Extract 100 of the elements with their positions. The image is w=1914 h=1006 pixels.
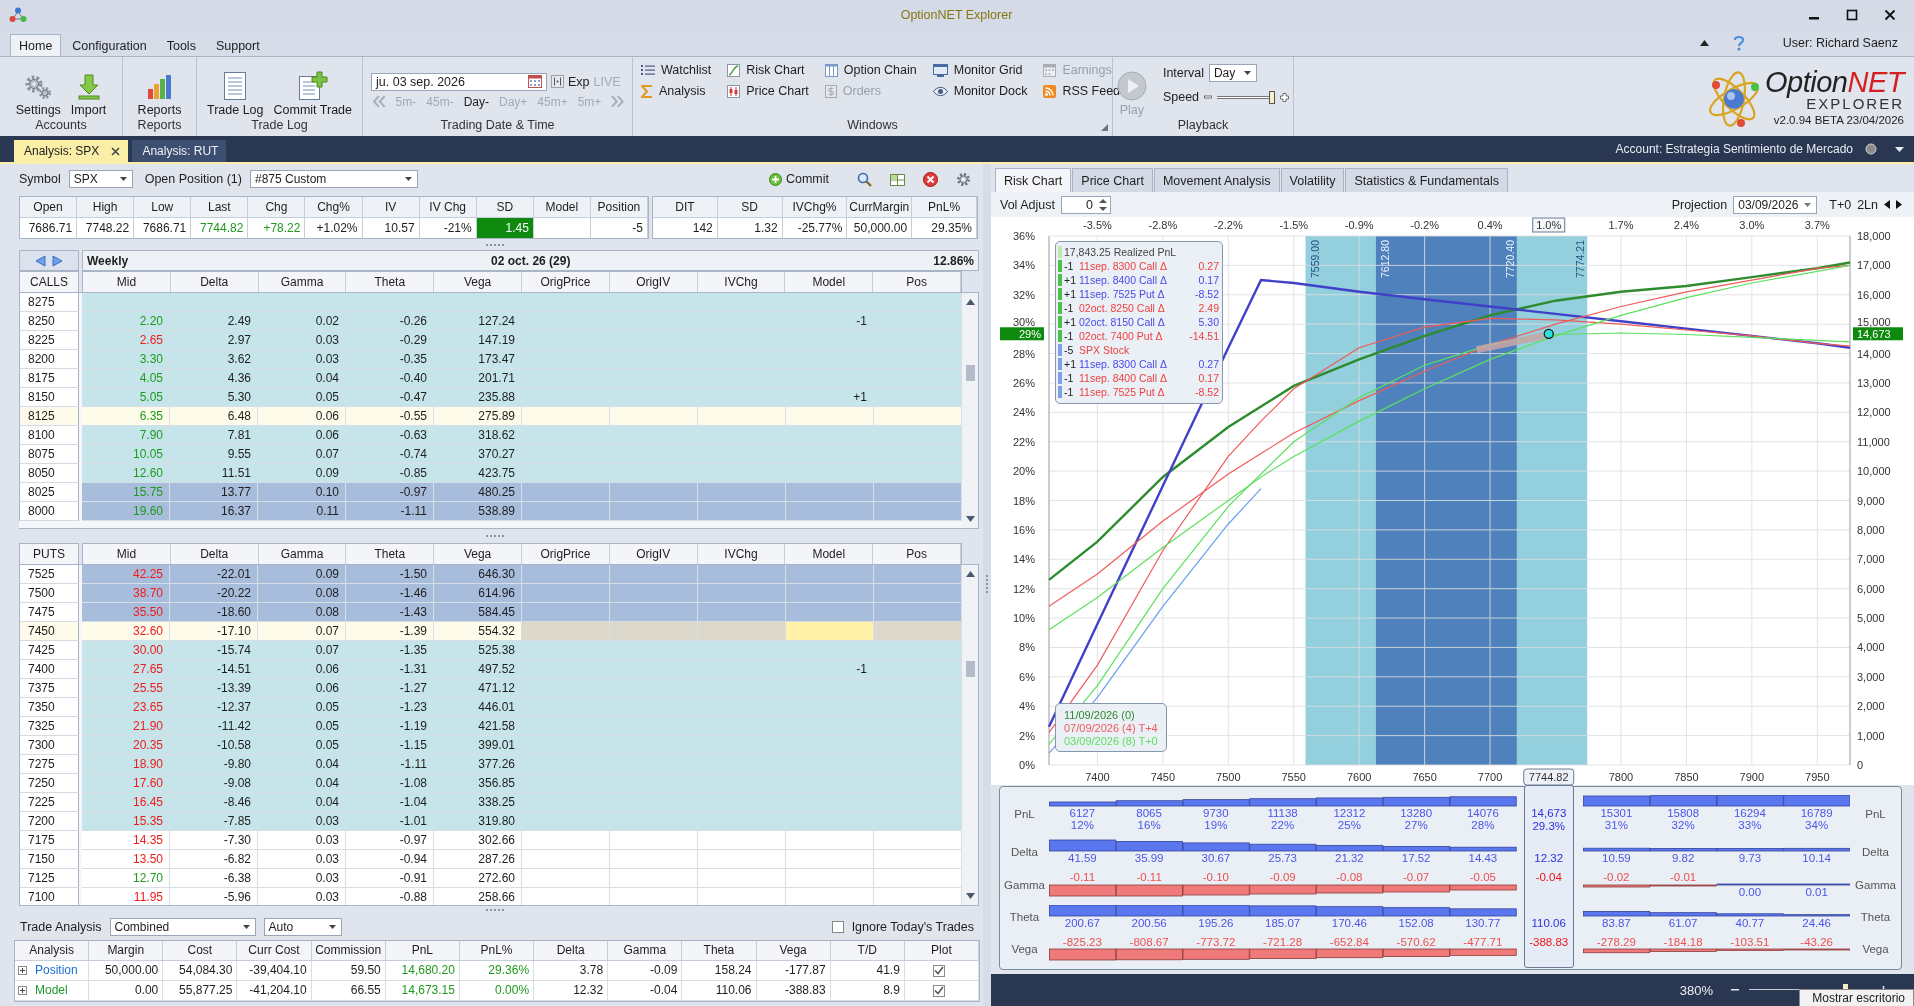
position-description: 11sep. 7525 Put Δ [1079, 386, 1166, 398]
greek-value: -773.72 [1196, 936, 1236, 948]
position-delta: 0.17 [1198, 274, 1219, 286]
table-cell: -5 [590, 218, 648, 238]
table-cell: +78.22 [248, 218, 306, 238]
band-price-label: 7774.21 [1574, 240, 1587, 278]
strike-cell: 8200 [19, 350, 79, 369]
position-quantity: -1 [1064, 260, 1075, 272]
table-cell: 14,673.15 [385, 981, 460, 1001]
strike-cell: 7325 [19, 717, 79, 736]
strike-cell: 7175 [19, 831, 79, 850]
pnl-axis-label: 3,000 [1857, 670, 1885, 683]
position-delta: -8.52 [1195, 386, 1219, 398]
column-header: Delta [534, 941, 609, 961]
greek-value: -721.28 [1263, 936, 1303, 948]
table-cell: 1.32 [717, 218, 783, 238]
speed-label: Speed [1162, 90, 1200, 104]
pct-axis-label: 18% [1012, 494, 1035, 507]
greek-value: 15301 [1600, 807, 1633, 819]
pct-axis-label: 34% [1012, 259, 1035, 272]
position-quantity: -1 [1064, 386, 1075, 398]
greek-value: -570.62 [1396, 936, 1436, 948]
pct-axis-label: 30% [1012, 315, 1035, 328]
table-cell: 142 [653, 218, 718, 238]
price-axis-label: 7950 [1805, 771, 1830, 783]
pct-axis-label: 22% [1012, 435, 1035, 448]
greek-percent: 32% [1671, 819, 1695, 831]
strike-cell: 8025 [19, 483, 79, 502]
greek-value: 24.46 [1802, 917, 1831, 929]
position-description: 11sep. 8400 Call Δ [1079, 274, 1168, 286]
greek-value: -43.26 [1800, 936, 1833, 948]
pct-axis-label: 26% [1012, 376, 1035, 389]
column-header: Curr Cost [237, 941, 312, 961]
move-axis-label: 0.4% [1477, 219, 1503, 231]
greek-value: 16789 [1800, 807, 1833, 819]
greek-percent: 34% [1805, 819, 1829, 831]
greek-percent: 12% [1070, 819, 1094, 831]
strike-cell: 7225 [19, 793, 79, 812]
table-cell: 66.55 [311, 981, 386, 1001]
pnl-axis-label: 4,000 [1857, 641, 1885, 654]
greek-value: 11138 [1267, 807, 1298, 819]
current-greek-value: 12.32 [1534, 852, 1564, 865]
greek-value: -184.18 [1663, 936, 1703, 948]
table-cell: +1.02% [305, 218, 363, 238]
price-axis-label: 7400 [1085, 771, 1110, 783]
strike-cell: 8075 [19, 445, 79, 464]
greek-value: 40.77 [1735, 917, 1765, 929]
pnl-axis-label: 13,000 [1857, 376, 1891, 389]
column-header: PnL% [912, 197, 977, 218]
pct-axis-label: 20% [1012, 465, 1035, 478]
position-quantity: +1 [1064, 274, 1077, 286]
version-label: v2.0.94 BETA 23/04/2026 [1773, 115, 1904, 127]
pnl-axis-label: 2,000 [1857, 700, 1885, 713]
greek-percent: 16% [1137, 819, 1161, 831]
strike-cell: 7425 [19, 641, 79, 660]
column-header: Chg [248, 197, 306, 218]
current-greek-value: 110.06 [1531, 917, 1566, 930]
table-cell: 7744.82 [191, 218, 249, 238]
pnl-axis-label: 6,000 [1857, 582, 1885, 595]
table-cell: 538.89 [434, 502, 522, 521]
strike-cell: 7200 [19, 812, 79, 831]
column-header: Cost [163, 941, 238, 961]
greek-label: Theta [1859, 911, 1892, 923]
table-cell: 10.57 [362, 218, 420, 238]
price-axis-label: 7850 [1674, 771, 1699, 783]
greek-value: 14076 [1466, 807, 1499, 819]
symbol-label: Symbol [19, 172, 61, 186]
position-delta: 2.49 [1198, 302, 1219, 314]
greek-label: Theta [1008, 911, 1041, 923]
column-header: Vega [756, 941, 831, 961]
greek-label: Gamma [1854, 878, 1897, 891]
pct-axis-label: 32% [1012, 288, 1035, 301]
table-cell: 14,680.20 [385, 961, 460, 981]
pct-axis-label: 0% [1019, 759, 1035, 771]
strike-cell: 7500 [19, 584, 79, 603]
position-quantity: +1 [1064, 288, 1077, 300]
strike-cell: 7150 [19, 850, 79, 869]
pnl-axis-label: 11,000 [1857, 435, 1890, 448]
position-quantity: -1 [1064, 330, 1075, 342]
position-description: 11sep. 8300 Call Δ [1079, 260, 1168, 272]
strike-cell: 8150 [19, 388, 79, 407]
column-header: IV Chg [419, 197, 477, 218]
table-cell: 1.45 [476, 218, 534, 238]
interval-label: Interval [1162, 66, 1204, 80]
table-cell: -21% [419, 218, 477, 238]
brand-subtitle: EXPLORER [1806, 96, 1904, 112]
pnl-axis-label: 16,000 [1857, 288, 1891, 301]
strike-cell: 8125 [19, 407, 79, 426]
strike-cell: 7100 [19, 888, 79, 905]
current-pnl-tag: 14,673 [1853, 327, 1903, 341]
table-cell: 50,000.00 [847, 218, 913, 238]
position-delta: 0.27 [1198, 260, 1219, 272]
series-label: Weekly [87, 253, 129, 268]
band-price-label: 7559.00 [1308, 240, 1321, 278]
pct-axis-label: 28% [1012, 347, 1035, 360]
table-cell: 0.03 [258, 888, 346, 905]
greek-value: 9.82 [1671, 852, 1695, 864]
greek-value: 9730 [1203, 807, 1229, 819]
greek-value: 61.07 [1668, 917, 1698, 929]
column-header: SD [476, 197, 534, 218]
